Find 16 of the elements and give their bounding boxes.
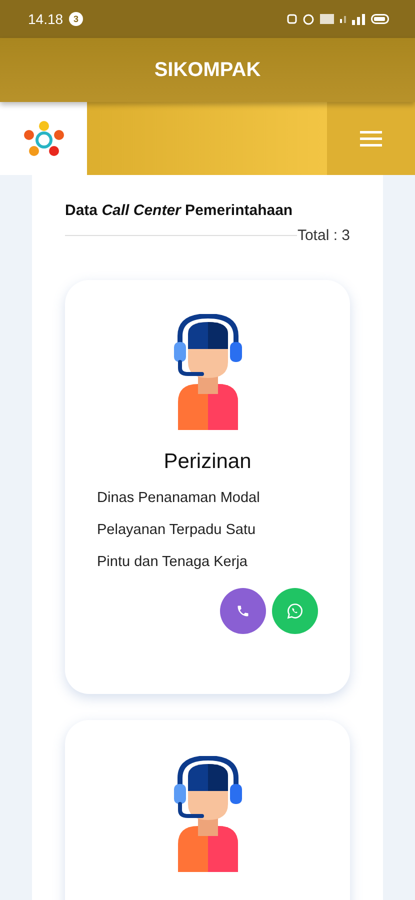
whatsapp-button[interactable] bbox=[272, 588, 318, 634]
section-title: Data Call Center Pemerintahaan bbox=[65, 202, 294, 219]
total-count: Total : 3 bbox=[297, 227, 350, 244]
app-title: SIKOMPAK bbox=[154, 58, 261, 82]
call-button[interactable] bbox=[220, 588, 266, 634]
signal-icon bbox=[340, 15, 346, 23]
signal-icon bbox=[352, 14, 365, 24]
notification-badge: 3 bbox=[69, 12, 84, 26]
status-time: 14.18 bbox=[28, 11, 64, 27]
menu-button[interactable] bbox=[327, 102, 415, 175]
menu-icon bbox=[360, 130, 382, 146]
battery-icon bbox=[371, 14, 389, 24]
card-title: Perizinan bbox=[164, 450, 252, 474]
chat-bubble-icon bbox=[286, 602, 304, 620]
phone-icon bbox=[236, 604, 250, 618]
card-description: Dinas Penanaman Modal Pelayanan Terpadu Satu Pintu dan Tenaga Kerja bbox=[97, 489, 261, 572]
